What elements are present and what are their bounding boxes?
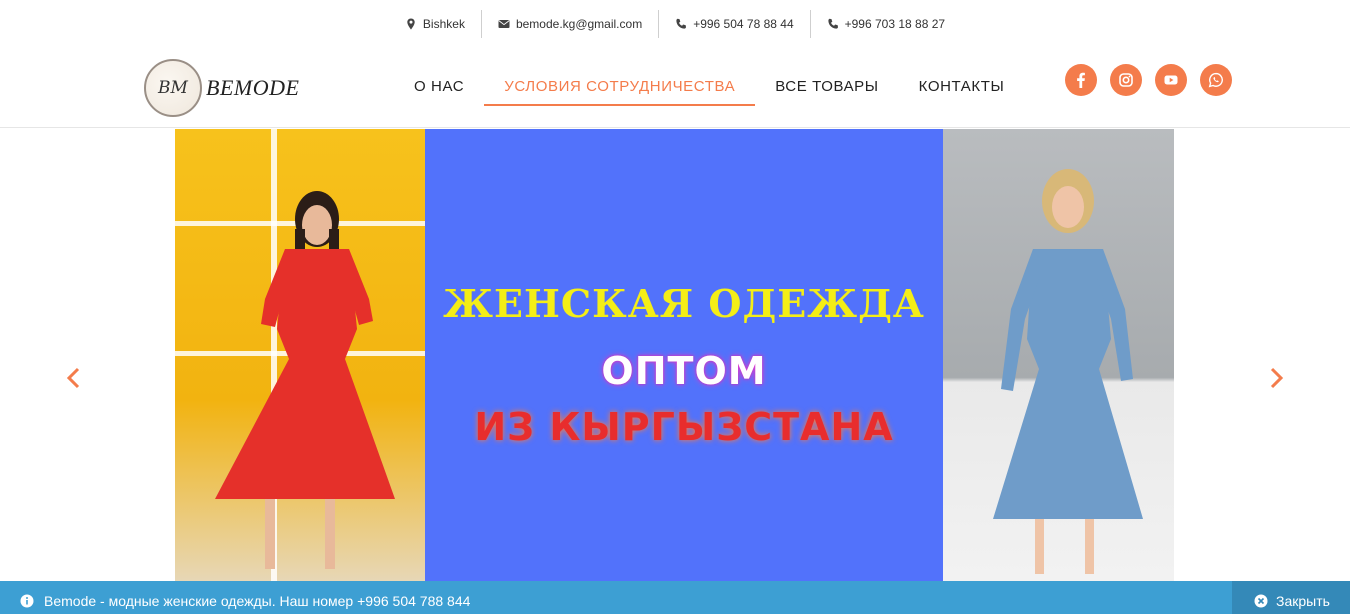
phone-icon (828, 18, 838, 29)
close-circle-icon (1254, 594, 1268, 607)
instagram-icon (1119, 73, 1133, 87)
email-item[interactable]: bemode.kg@gmail.com (482, 10, 658, 38)
site-logo[interactable]: BM BEMODE (144, 58, 314, 118)
logo-brand-text: BEMODE (206, 75, 300, 100)
banner-line-wholesale: ОПТОМ (601, 349, 767, 393)
slide-photo-left (175, 129, 425, 581)
youtube-button[interactable] (1155, 64, 1187, 96)
chevron-right-icon (1270, 367, 1284, 389)
phone-text-1[interactable]: +996 504 78 88 44 (693, 17, 793, 31)
whatsapp-button[interactable] (1200, 64, 1232, 96)
envelope-icon (498, 20, 510, 28)
notice-bar: Bemode - модные женские одежды. Наш номе… (0, 581, 1350, 614)
contact-bar: Bishkek bemode.kg@gmail.com +996 504 78 … (0, 0, 1350, 48)
slide-photo-right (943, 129, 1174, 581)
close-label[interactable]: Закрыть (1276, 593, 1330, 609)
slider-prev-button[interactable] (64, 366, 84, 390)
phone-item-1[interactable]: +996 504 78 88 44 (659, 10, 809, 38)
nav-item-all-products[interactable]: ВСЕ ТОВАРЫ (755, 72, 898, 103)
site-header: BM BEMODE О НАС УСЛОВИЯ СОТРУДНИЧЕСТВА В… (0, 48, 1350, 128)
location-text: Bishkek (422, 17, 465, 31)
banner-line-women-clothing: ЖЕНСКАЯ ОДЕЖДА (443, 281, 925, 326)
logo-monogram: BM (144, 59, 202, 117)
banner-line-from-kyrgyzstan: ИЗ КЫРГЫЗСТАНА (474, 405, 894, 449)
phone-item-2[interactable]: +996 703 18 88 27 (811, 10, 961, 38)
notice-close-button[interactable]: Закрыть (1232, 581, 1350, 614)
youtube-icon (1164, 75, 1178, 85)
model-blue-dress-image (993, 169, 1143, 574)
whatsapp-icon (1208, 72, 1223, 88)
info-icon (20, 594, 34, 607)
nav-item-about[interactable]: О НАС (394, 72, 484, 103)
email-text[interactable]: bemode.kg@gmail.com (516, 17, 642, 31)
phone-text-2[interactable]: +996 703 18 88 27 (845, 17, 945, 31)
nav-item-cooperation-terms[interactable]: УСЛОВИЯ СОТРУДНИЧЕСТВА (484, 72, 756, 106)
instagram-button[interactable] (1110, 64, 1142, 96)
facebook-button[interactable] (1065, 64, 1097, 96)
chevron-left-icon (66, 367, 80, 389)
nav-item-contacts[interactable]: КОНТАКТЫ (899, 72, 1025, 103)
notice-text: Bemode - модные женские одежды. Наш номе… (44, 592, 471, 609)
map-marker-icon (407, 18, 415, 30)
main-nav: О НАС УСЛОВИЯ СОТРУДНИЧЕСТВА ВСЕ ТОВАРЫ … (394, 72, 1025, 106)
slider-next-button[interactable] (1266, 366, 1286, 390)
slide-banner: ЖЕНСКАЯ ОДЕЖДА ОПТОМ ИЗ КЫРГЫЗСТАНА (425, 129, 943, 581)
location-item: Bishkek (389, 10, 481, 38)
social-links (1065, 64, 1232, 96)
notice-message: Bemode - модные женские одежды. Наш номе… (20, 587, 470, 609)
phone-icon (676, 18, 687, 29)
model-red-dress-image (215, 191, 395, 569)
hero-slider[interactable]: ЖЕНСКАЯ ОДЕЖДА ОПТОМ ИЗ КЫРГЫЗСТАНА (175, 129, 1174, 581)
facebook-icon (1077, 72, 1085, 88)
